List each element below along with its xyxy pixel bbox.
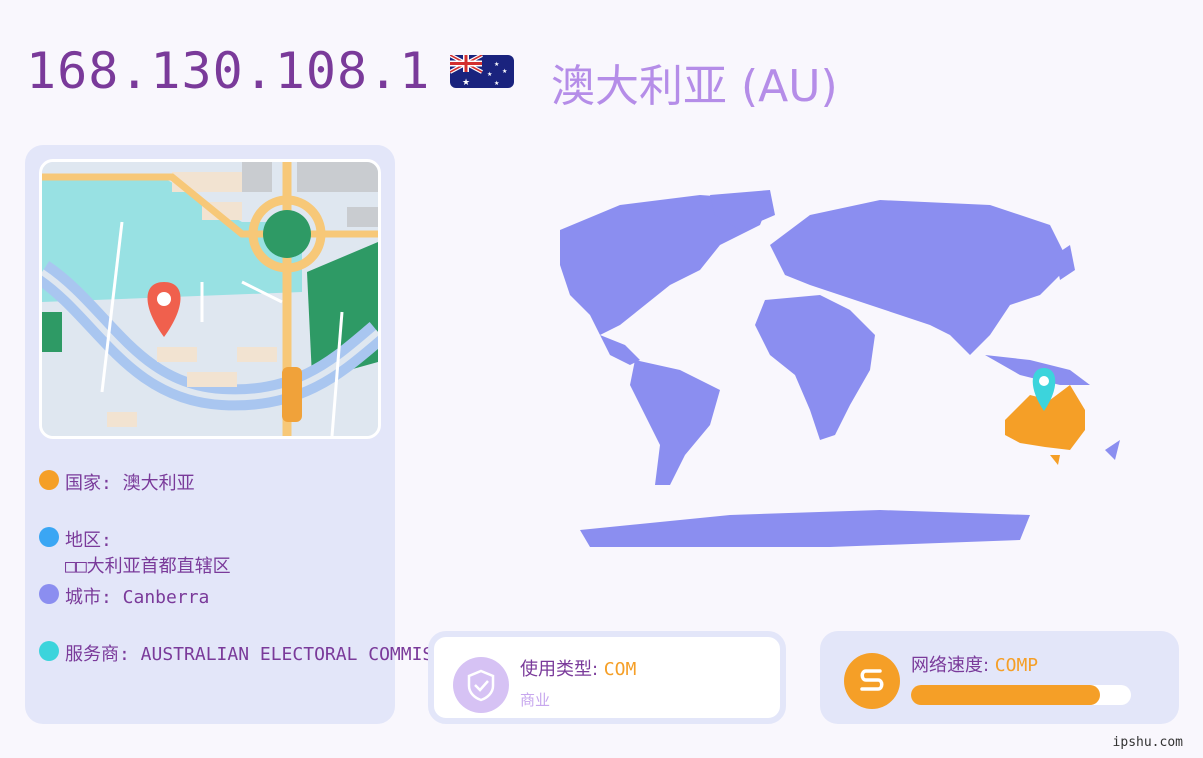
usage-type-label: 使用类型: COM	[520, 655, 636, 681]
region-value: □□大利亚首都直辖区	[65, 556, 231, 577]
antarctica-shape	[580, 510, 1030, 547]
south-america-shape	[630, 360, 720, 485]
usage-type-value: COM	[603, 659, 637, 680]
svg-text:★: ★	[494, 61, 499, 68]
region-label: 地区:	[65, 530, 112, 551]
isp-text: 服务商: AUSTRALIAN ELECTORAL COMMISSION	[65, 644, 477, 665]
city-text: 城市: Canberra	[65, 587, 210, 608]
speed-progress-track	[911, 685, 1131, 705]
shield-check-icon	[453, 657, 509, 713]
new-zealand-shape	[1105, 440, 1120, 460]
speed-progress-fill	[911, 685, 1101, 705]
usage-type-sub: 商业	[520, 691, 551, 709]
usage-type-label-text: 使用类型:	[520, 659, 604, 680]
location-info-panel: 国家: 澳大利亚 地区: □□大利亚首都直辖区 城市: Canberra 服务商…	[25, 145, 477, 724]
usage-type-card: 使用类型: COM 商业	[428, 631, 786, 724]
site-footer: ipshu.com	[1112, 735, 1183, 750]
network-speed-label: 网络速度: COMP	[911, 651, 1038, 677]
ip-address-title: 168.130.108.1	[26, 42, 431, 100]
svg-text:★: ★	[462, 78, 470, 88]
city-dot-icon	[39, 584, 59, 604]
speed-s-icon	[844, 653, 900, 709]
country-dot-icon	[39, 470, 59, 490]
network-speed-label-text: 网络速度:	[911, 655, 995, 676]
svg-text:★: ★	[487, 71, 492, 78]
region-dot-icon	[39, 527, 59, 547]
country-title: 澳大利亚 (AU)	[551, 61, 838, 112]
world-map	[560, 190, 1120, 547]
africa-shape	[755, 295, 875, 440]
svg-text:★: ★	[494, 80, 499, 87]
tasmania-shape	[1050, 455, 1060, 465]
central-america-shape	[600, 335, 640, 365]
street-map-thumbnail	[39, 159, 381, 439]
australia-flag-icon: ★ ★ ★ ★ ★	[450, 55, 514, 88]
network-speed-value: COMP	[994, 655, 1039, 676]
country-text: 国家: 澳大利亚	[65, 473, 195, 494]
isp-dot-icon	[39, 641, 59, 661]
svg-text:★: ★	[502, 68, 507, 75]
network-speed-card: 网络速度: COMP	[820, 631, 1179, 724]
